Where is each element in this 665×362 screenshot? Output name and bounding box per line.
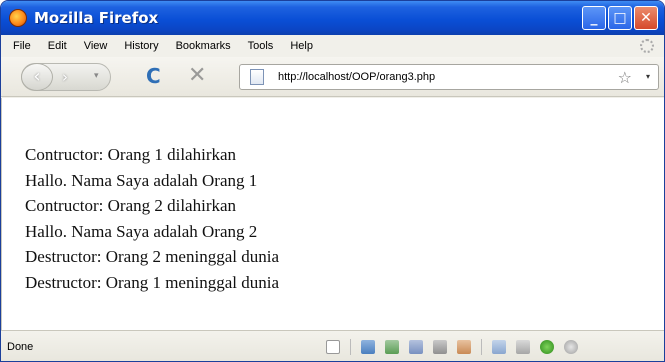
back-button[interactable]: ‹ [21,63,53,91]
address-bar[interactable]: http://localhost/OOP/orang3.php ☆ ▾ [239,64,659,90]
minimize-button[interactable]: _ [582,6,606,30]
output-line: Contructor: Orang 1 dilahirkan [25,145,237,164]
firefox-logo-icon [9,9,27,27]
save-icon[interactable] [409,340,423,354]
close-button[interactable]: ✕ [634,6,658,30]
menu-edit[interactable]: Edit [48,40,67,52]
forward-button[interactable]: › [62,68,68,86]
page-info-icon[interactable] [326,340,340,354]
output-line: Destructor: Orang 1 meninggal dunia [25,272,279,292]
output-line: Destructor: Orang 2 meninggal dunia [25,247,279,267]
shield-icon[interactable] [540,340,554,354]
output-lines: Contructor: Orang 1 dilahirkan Hallo. Na… [25,142,279,296]
bookmark-star-icon[interactable]: ☆ [618,68,632,87]
browser-window: Mozilla Firefox _ □ ✕ File Edit View His… [0,0,665,362]
refresh-icon[interactable] [457,340,471,354]
window-controls: _ □ ✕ [582,6,658,30]
menu-tools[interactable]: Tools [248,40,274,52]
output-line: Contructor: Orang 2 dilahirkan [25,196,237,216]
title-bar[interactable]: Mozilla Firefox _ □ ✕ [1,1,664,35]
page-content: Contructor: Orang 1 dilahirkan Hallo. Na… [1,98,664,330]
status-icons [326,339,578,355]
tool-icon[interactable] [492,340,506,354]
menu-bar: File Edit View History Bookmarks Tools H… [1,35,664,57]
stop-button[interactable]: ✕ [188,65,206,87]
edit-icon[interactable] [361,340,375,354]
network-icon[interactable] [564,340,578,354]
navigation-toolbar: ‹ › ▾ C ✕ http://localhost/OOP/orang3.ph… [1,57,664,97]
back-forward-group: ‹ › ▾ [21,63,111,91]
status-text: Done [7,341,34,353]
output-line: Hallo. Nama Saya adalah Orang 2 [25,221,258,241]
window-title: Mozilla Firefox [34,9,159,27]
menu-help[interactable]: Help [290,40,313,52]
divider [350,339,351,355]
output-line: Hallo. Nama Saya adalah Orang 1 [25,170,258,190]
menu-file[interactable]: File [13,40,31,52]
throbber-icon [640,39,654,53]
history-dropdown-icon[interactable]: ▾ [94,71,99,81]
status-bar: Done [1,330,664,361]
page-icon [250,69,264,85]
divider [481,339,482,355]
menu-bookmarks[interactable]: Bookmarks [176,40,231,52]
menu-view[interactable]: View [84,40,108,52]
reload-button[interactable]: C [146,66,161,86]
print-icon[interactable] [433,340,447,354]
menu-history[interactable]: History [124,40,158,52]
settings-icon[interactable] [516,340,530,354]
url-input[interactable]: http://localhost/OOP/orang3.php [278,71,435,83]
addon-icon[interactable] [385,340,399,354]
url-dropdown-icon[interactable]: ▾ [646,72,650,81]
maximize-button[interactable]: □ [608,6,632,30]
